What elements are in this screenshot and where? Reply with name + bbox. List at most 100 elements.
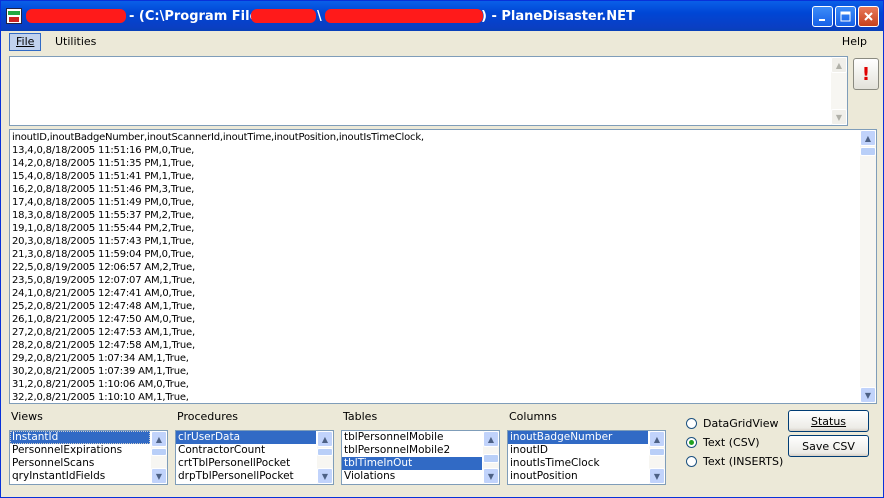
- columns-list[interactable]: inoutBadgeNumber inoutID inoutIsTimeCloc…: [507, 430, 666, 485]
- minimize-button[interactable]: [812, 6, 833, 27]
- list-item[interactable]: clrUserData: [176, 431, 316, 444]
- procedures-scroll-thumb[interactable]: [317, 448, 333, 456]
- procedures-label: Procedures: [177, 410, 238, 423]
- scroll-up-icon[interactable]: ▲: [151, 431, 167, 447]
- output-line: 24,1,0,8/21/2005 12:47:41 AM,0,True,: [12, 288, 195, 299]
- radio-datagridview[interactable]: DataGridView: [686, 415, 778, 431]
- output-line: 18,3,0,8/18/2005 11:55:37 PM,2,True,: [12, 210, 195, 221]
- tables-scrollbar[interactable]: ▲ ▼: [483, 431, 499, 484]
- radio-button[interactable]: [686, 417, 697, 429]
- list-item[interactable]: drpTblPersonellPocket: [176, 470, 316, 483]
- title-path-separator: \: [317, 9, 322, 24]
- scroll-down-icon[interactable]: ▼: [831, 109, 847, 125]
- scroll-down-icon[interactable]: ▼: [317, 468, 333, 484]
- output-line: 29,2,0,8/21/2005 1:07:34 AM,1,True,: [12, 353, 189, 364]
- title-bar[interactable]: - (C:\Program Files\ \ ) - PlaneDisaster…: [1, 1, 883, 31]
- output-line: 13,4,0,8/18/2005 11:51:16 PM,0,True,: [12, 145, 195, 156]
- app-icon[interactable]: [6, 8, 22, 24]
- main-window: - (C:\Program Files\ \ ) - PlaneDisaster…: [0, 0, 884, 498]
- redacted-path-part-1: [251, 9, 316, 23]
- list-item[interactable]: inoutPosition: [508, 470, 648, 483]
- menu-help-label: Help: [841, 35, 867, 48]
- redacted-app-name: [26, 9, 126, 23]
- output-line: 23,5,0,8/19/2005 12:07:07 AM,1,True,: [12, 275, 195, 286]
- status-button-label: Status: [810, 414, 847, 428]
- output-line: 31,2,0,8/21/2005 1:10:06 AM,0,True,: [12, 379, 189, 390]
- views-scrollbar[interactable]: ▲ ▼: [151, 431, 167, 484]
- title-suffix: ) - PlaneDisaster.NET: [481, 9, 635, 24]
- list-item[interactable]: inoutBadgeNumber: [508, 431, 648, 444]
- list-item[interactable]: InstantId: [10, 431, 150, 444]
- radio-button[interactable]: [686, 436, 697, 448]
- scroll-down-icon[interactable]: ▼: [860, 387, 876, 403]
- scroll-up-icon[interactable]: ▲: [860, 130, 876, 146]
- radio-text-inserts[interactable]: Text (INSERTS): [686, 453, 783, 469]
- maximize-icon: [840, 11, 851, 22]
- output-line: 26,1,0,8/21/2005 12:47:50 AM,0,True,: [12, 314, 195, 325]
- output-line: 30,2,0,8/21/2005 1:07:39 AM,1,True,: [12, 366, 189, 377]
- list-item[interactable]: PersonnelScans: [10, 457, 150, 470]
- list-item[interactable]: Violations: [342, 470, 482, 483]
- output-scroll-thumb[interactable]: [860, 147, 876, 156]
- save-csv-button[interactable]: Save CSV: [788, 435, 869, 457]
- output-line: 28,2,0,8/21/2005 12:47:58 AM,1,True,: [12, 340, 195, 351]
- tables-label: Tables: [343, 410, 378, 423]
- list-item[interactable]: PersonnelExpirations: [10, 444, 150, 457]
- procedures-list[interactable]: clrUserData ContractorCount crtTblPerson…: [175, 430, 334, 485]
- output-line: 32,2,0,8/21/2005 1:10:10 AM,1,True,: [12, 392, 189, 403]
- query-input[interactable]: ▲ ▼: [9, 56, 848, 126]
- output-line: 19,1,0,8/18/2005 11:55:44 PM,2,True,: [12, 223, 195, 234]
- exclamation-icon: !: [861, 63, 871, 85]
- scroll-up-icon[interactable]: ▲: [483, 431, 499, 447]
- scroll-up-icon[interactable]: ▲: [649, 431, 665, 447]
- views-scroll-thumb[interactable]: [151, 448, 167, 456]
- output-text: inoutID,inoutBadgeNumber,inoutScannerId,…: [12, 131, 858, 403]
- save-csv-button-label: Save CSV: [802, 439, 855, 453]
- output-line: 15,4,0,8/18/2005 11:51:41 PM,1,True,: [12, 171, 195, 182]
- output-line: 16,2,0,8/18/2005 11:51:46 PM,3,True,: [12, 184, 195, 195]
- radio-text-csv[interactable]: Text (CSV): [686, 434, 760, 450]
- menu-bar: File Utilities Help: [1, 31, 883, 53]
- menu-file[interactable]: File: [9, 33, 42, 51]
- query-output[interactable]: inoutID,inoutBadgeNumber,inoutScannerId,…: [9, 129, 877, 404]
- scroll-down-icon[interactable]: ▼: [649, 468, 665, 484]
- menu-utilities-label: Utilities: [55, 35, 97, 48]
- list-item[interactable]: tblPersonnelMobile2: [342, 444, 482, 457]
- list-item[interactable]: qryInstantIdFields: [10, 470, 150, 483]
- maximize-button[interactable]: [835, 6, 856, 27]
- list-item[interactable]: tblPersonnelMobile: [342, 431, 482, 444]
- output-scrollbar[interactable]: ▲ ▼: [860, 130, 876, 403]
- radio-button[interactable]: [686, 455, 697, 467]
- menu-utilities[interactable]: Utilities: [49, 33, 102, 51]
- columns-scrollbar[interactable]: ▲ ▼: [649, 431, 665, 484]
- radio-label: Text (INSERTS): [703, 454, 784, 468]
- output-line: 17,4,0,8/18/2005 11:51:49 PM,0,True,: [12, 197, 195, 208]
- views-list[interactable]: InstantId PersonnelExpirations Personnel…: [9, 430, 168, 485]
- list-item[interactable]: tblTimeInOut: [342, 457, 482, 470]
- columns-scroll-thumb[interactable]: [649, 448, 665, 456]
- query-input-scrollbar[interactable]: ▲ ▼: [831, 57, 847, 125]
- scroll-down-icon[interactable]: ▼: [483, 468, 499, 484]
- minimize-icon: [819, 19, 825, 21]
- radio-label: DataGridView: [703, 416, 779, 430]
- list-item[interactable]: inoutID: [508, 444, 648, 457]
- tables-list[interactable]: tblPersonnelMobile tblPersonnelMobile2 t…: [341, 430, 500, 485]
- menu-file-label: File: [16, 35, 35, 48]
- output-line: 27,2,0,8/21/2005 12:47:53 AM,1,True,: [12, 327, 195, 338]
- list-item[interactable]: inoutIsTimeClock: [508, 457, 648, 470]
- radio-label: Text (CSV): [703, 435, 760, 449]
- scroll-up-icon[interactable]: ▲: [317, 431, 333, 447]
- list-item[interactable]: ContractorCount: [176, 444, 316, 457]
- redacted-path-part-2: [325, 9, 483, 23]
- status-button[interactable]: Status: [788, 410, 869, 432]
- columns-label: Columns: [509, 410, 557, 423]
- scroll-down-icon[interactable]: ▼: [151, 468, 167, 484]
- menu-help[interactable]: Help: [836, 33, 873, 51]
- scroll-up-icon[interactable]: ▲: [831, 57, 847, 73]
- close-button[interactable]: [858, 6, 879, 27]
- tables-scroll-thumb[interactable]: [483, 454, 499, 463]
- list-item[interactable]: crtTblPersonellPocket: [176, 457, 316, 470]
- error-indicator-button[interactable]: !: [853, 58, 879, 90]
- output-line: 25,2,0,8/21/2005 12:47:48 AM,1,True,: [12, 301, 195, 312]
- procedures-scrollbar[interactable]: ▲ ▼: [317, 431, 333, 484]
